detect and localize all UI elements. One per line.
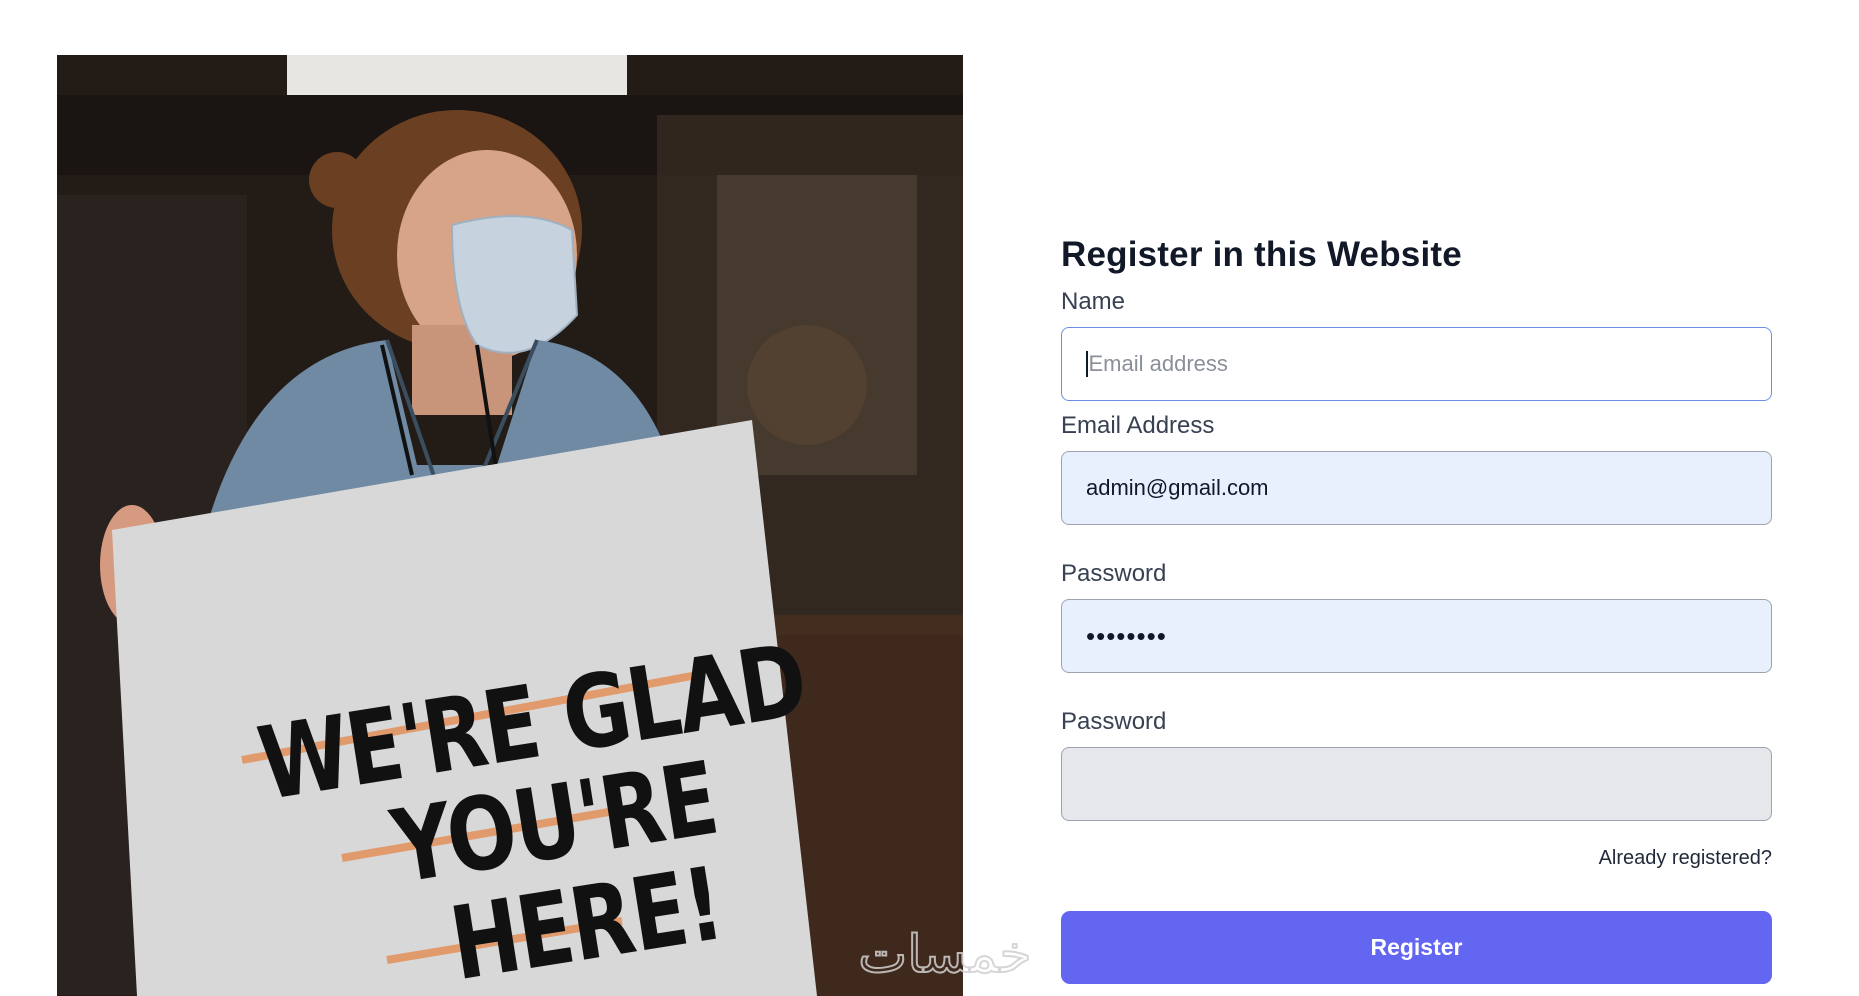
email-label: Email Address	[1061, 412, 1215, 439]
name-label: Name	[1061, 288, 1126, 315]
email-input-value: admin@gmail.com	[1086, 475, 1269, 500]
page-title: Register in this Website	[1061, 235, 1462, 274]
name-input-placeholder: Email address	[1088, 351, 1228, 376]
password-input-value: ••••••••	[1086, 620, 1167, 651]
text-caret	[1086, 351, 1088, 377]
already-registered-link[interactable]: Already registered?	[1599, 847, 1772, 870]
name-input[interactable]: Email address	[1061, 327, 1772, 401]
password-input[interactable]: ••••••••	[1061, 599, 1772, 673]
hero-photo: WE'RE GLAD YOU'RE HERE!	[57, 55, 963, 996]
register-button[interactable]: Register	[1061, 911, 1772, 984]
confirm-password-label: Password	[1061, 708, 1167, 735]
password-label: Password	[1061, 560, 1167, 587]
confirm-password-input[interactable]	[1061, 747, 1772, 821]
photo-illustration: WE'RE GLAD YOU'RE HERE!	[57, 55, 963, 996]
email-input[interactable]: admin@gmail.com	[1061, 451, 1772, 525]
